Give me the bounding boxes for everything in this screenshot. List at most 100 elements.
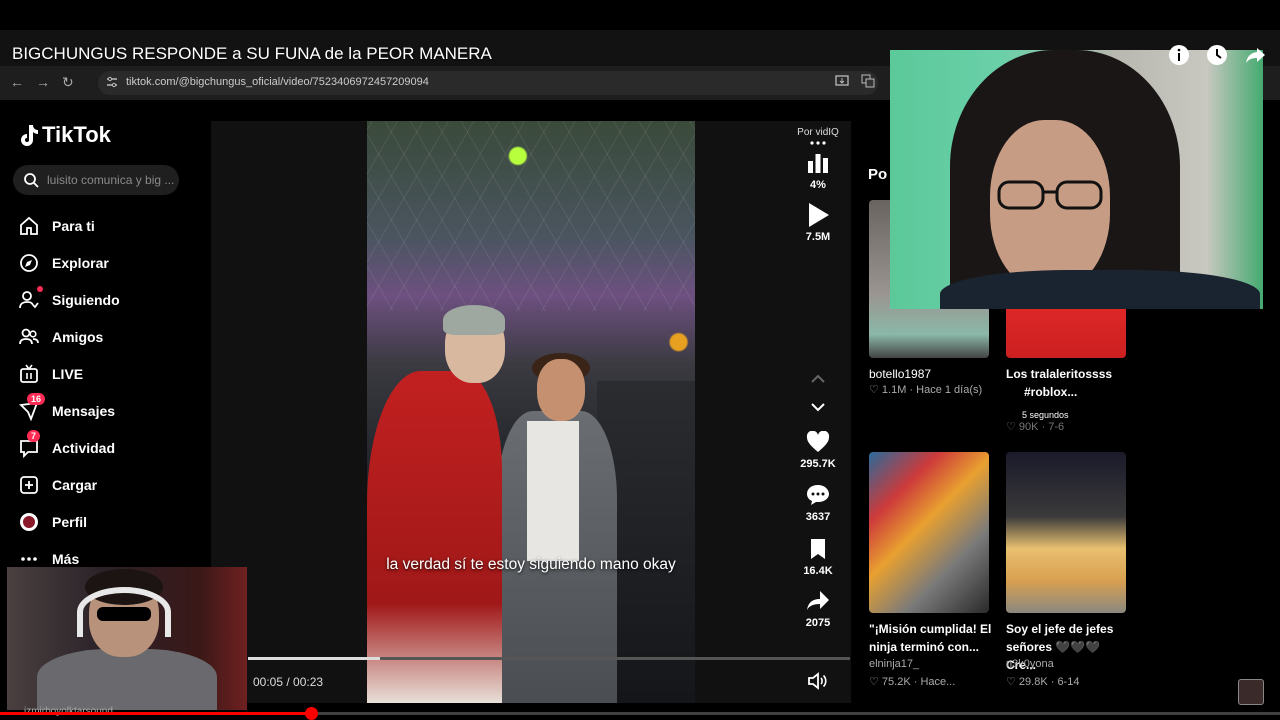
tiktok-note-icon: [21, 125, 38, 146]
friends-icon: [18, 326, 40, 348]
sidebar-item-label: Más: [52, 550, 80, 567]
sidebar-item-live[interactable]: LIVE: [18, 355, 120, 392]
site-settings-icon[interactable]: [106, 76, 118, 88]
streamer-webcam-right: [890, 50, 1263, 309]
dots-icon: [805, 137, 831, 149]
card-title[interactable]: Los tralaleritossss: [1006, 365, 1132, 383]
sidebar-item-label: Mensajes: [52, 402, 116, 419]
like-button[interactable]: 295.7K: [795, 429, 841, 470]
share-button[interactable]: 2075: [795, 588, 841, 629]
live-icon: [18, 363, 40, 385]
stats-button[interactable]: 4%: [795, 150, 841, 191]
comments-count: 3637: [805, 511, 831, 523]
video-person-head: [537, 359, 585, 421]
save-button[interactable]: 16.4K: [795, 536, 841, 577]
search-box[interactable]: [13, 165, 179, 195]
youtube-progress-bar[interactable]: [0, 712, 1280, 715]
compass-icon: [18, 252, 40, 274]
volume-icon[interactable]: [806, 670, 828, 692]
channel-watermark[interactable]: [1238, 679, 1264, 705]
info-icon[interactable]: [1168, 44, 1190, 66]
video-card-thumb[interactable]: [869, 452, 989, 613]
sidebar-item-label: Cargar: [52, 476, 98, 493]
sidebar-item-amigos[interactable]: Amigos: [18, 318, 120, 355]
play-icon: [805, 202, 831, 228]
card-title[interactable]: "¡Misión cumplida! El ninja terminó con.…: [869, 620, 995, 656]
upload-icon: [18, 474, 40, 496]
sidebar-item-cargar[interactable]: Cargar: [18, 466, 120, 503]
video-progress-bar[interactable]: [248, 657, 850, 660]
video-ceiling: [367, 121, 695, 311]
tiktok-logo-text: TikTok: [42, 122, 111, 147]
search-input[interactable]: [47, 173, 177, 187]
share-arrow-icon: [805, 588, 831, 614]
shares-count: 2075: [805, 617, 831, 629]
card-author[interactable]: n3k0yona: [1006, 658, 1054, 670]
card-duration-overlay: 5 segundos: [1022, 410, 1069, 420]
sidebar-item-actividad[interactable]: 7 Actividad: [18, 429, 120, 466]
activity-badge: 7: [27, 429, 41, 442]
video-caption: la verdad sí te estoy siguiendo mano oka…: [386, 556, 676, 573]
youtube-scrubber[interactable]: [305, 707, 318, 720]
video-person-santa-hair: [443, 305, 505, 335]
youtube-actions: [1168, 44, 1266, 66]
sidebar-item-label: LIVE: [52, 365, 84, 382]
back-icon[interactable]: ←: [10, 74, 24, 91]
profile-icon: [18, 511, 40, 533]
translate-icon[interactable]: [861, 74, 875, 88]
youtube-progress-fill: [0, 712, 308, 715]
share-icon[interactable]: [1244, 44, 1266, 66]
sidebar-item-label: Explorar: [52, 254, 109, 271]
tiktok-logo[interactable]: TikTok: [18, 122, 111, 148]
sidebar-item-label: Actividad: [52, 439, 116, 456]
glasses-graphic: [997, 180, 1103, 210]
sidebar-item-perfil[interactable]: Perfil: [18, 503, 120, 540]
video-frame[interactable]: [367, 121, 695, 703]
bookmark-icon: [805, 536, 831, 562]
search-icon: [24, 173, 39, 188]
browser-nav: ← → ↻: [10, 74, 74, 91]
webcam-body: [940, 270, 1260, 309]
sidebar-item-para-ti[interactable]: Para ti: [18, 207, 120, 244]
sunglasses-graphic: [97, 607, 151, 621]
following-icon: [18, 285, 43, 311]
watch-later-icon[interactable]: [1206, 44, 1228, 66]
install-icon[interactable]: [835, 74, 849, 88]
sidebar-item-explorar[interactable]: Explorar: [18, 244, 120, 281]
plays-stat: 7.5M: [795, 202, 841, 243]
card-subtitle: #roblox...: [1024, 385, 1078, 399]
url-text: tiktok.com/@bigchungus_oficial/video/752…: [126, 76, 429, 88]
chevron-down-icon: [805, 394, 831, 420]
sidebar-item-label: Para ti: [52, 217, 95, 234]
card-meta: ♡ 75.2K · Hace...: [869, 676, 956, 688]
webcam-body: [37, 649, 217, 710]
video-person-santa: [367, 371, 502, 703]
recommendations-title: Po: [868, 166, 888, 183]
sidebar-nav: Para ti Explorar Siguiendo Amigos LIVE 1…: [18, 207, 120, 577]
plays-count: 7.5M: [805, 231, 831, 243]
card-title[interactable]: botello1987: [869, 365, 995, 383]
reload-icon[interactable]: ↻: [62, 74, 74, 91]
video-title: BIGCHUNGUS RESPONDE a SU FUNA de la PEOR…: [12, 44, 492, 63]
bar-chart-icon: [805, 150, 831, 176]
saves-count: 16.4K: [803, 565, 833, 577]
forward-icon[interactable]: →: [36, 74, 50, 91]
sidebar-item-label: Siguiendo: [52, 291, 120, 308]
chevron-up-icon: [805, 366, 831, 392]
card-meta: ♡ 29.8K · 6-14: [1006, 676, 1080, 688]
video-card-thumb[interactable]: [1006, 452, 1126, 613]
sidebar-item-mensajes[interactable]: 16 Mensajes: [18, 392, 120, 429]
browser-actions: [835, 74, 875, 88]
card-meta: ♡ 90K · 7-6: [1006, 421, 1065, 433]
next-video-button[interactable]: [795, 394, 841, 423]
address-bar[interactable]: tiktok.com/@bigchungus_oficial/video/752…: [98, 71, 878, 95]
comment-icon: [805, 482, 831, 508]
card-author[interactable]: elninja17_: [869, 658, 919, 670]
sidebar-item-siguiendo[interactable]: Siguiendo: [18, 281, 120, 318]
comment-button[interactable]: 3637: [795, 482, 841, 523]
card-meta: ♡ 1.1M · Hace 1 día(s): [869, 384, 983, 396]
video-time: 00:05 / 00:23: [253, 675, 324, 689]
home-icon: [18, 215, 40, 237]
previous-video-button[interactable]: [795, 366, 841, 395]
sidebar-item-label: Amigos: [52, 328, 104, 345]
